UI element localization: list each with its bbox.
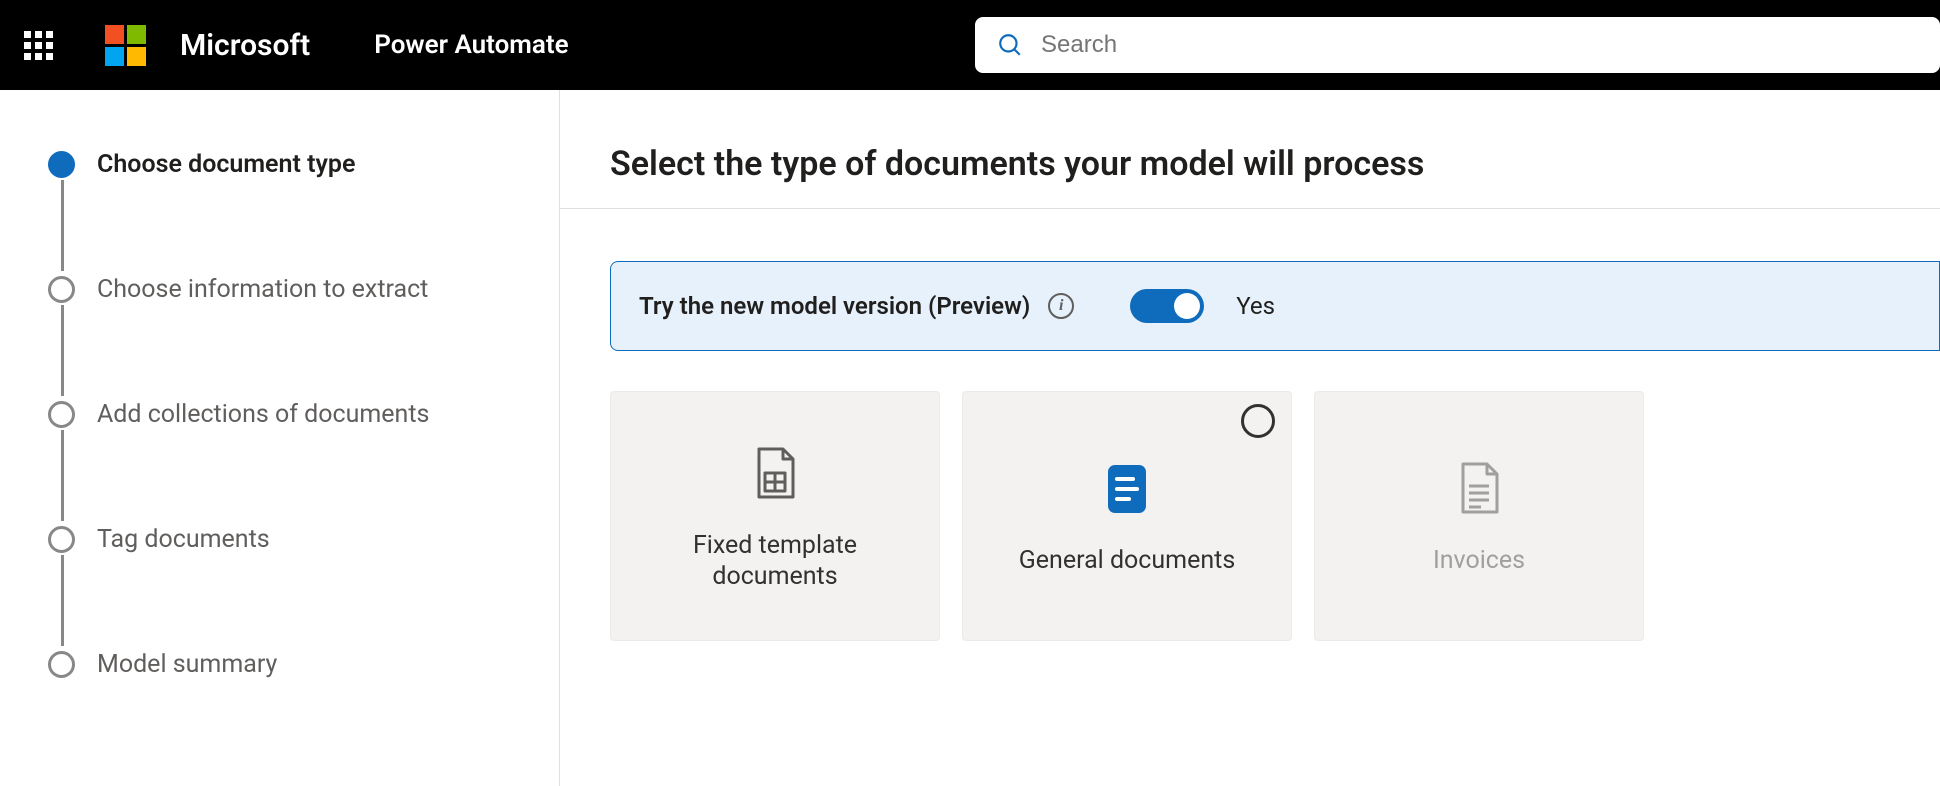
step-add-collections[interactable]: Add collections of documents — [48, 400, 559, 525]
page-title: Select the type of documents your model … — [610, 144, 1940, 184]
step-tag-documents[interactable]: Tag documents — [48, 525, 559, 650]
step-choose-information[interactable]: Choose information to extract — [48, 275, 559, 400]
header-bar: Microsoft Power Automate — [0, 0, 1940, 90]
document-lines-icon — [1106, 463, 1148, 515]
step-choose-document-type[interactable]: Choose document type — [48, 150, 559, 275]
step-marker-icon — [48, 651, 75, 678]
card-fixed-template[interactable]: Fixed template documents — [610, 391, 940, 641]
document-table-icon — [753, 447, 797, 501]
banner-text: Try the new model version (Preview) — [639, 292, 1030, 320]
app-launcher-icon[interactable] — [24, 31, 53, 60]
search-icon — [997, 32, 1023, 58]
app-name: Power Automate — [374, 30, 568, 60]
microsoft-brand-text: Microsoft — [180, 28, 310, 63]
step-marker-icon — [48, 526, 75, 553]
step-marker-icon — [48, 151, 75, 178]
step-marker-icon — [48, 401, 75, 428]
card-label: General documents — [1019, 545, 1236, 576]
card-invoices[interactable]: Invoices — [1314, 391, 1644, 641]
step-model-summary[interactable]: Model summary — [48, 650, 559, 679]
main-content: Select the type of documents your model … — [560, 90, 1940, 786]
microsoft-logo-icon — [105, 25, 146, 66]
step-marker-icon — [48, 276, 75, 303]
preview-toggle[interactable] — [1130, 289, 1204, 323]
wizard-sidebar: Choose document type Choose information … — [0, 90, 560, 786]
info-icon[interactable]: i — [1048, 293, 1074, 319]
document-type-cards: Fixed template documents General documen… — [610, 391, 1940, 641]
search-bar[interactable] — [975, 17, 1940, 73]
search-input[interactable] — [1041, 31, 1918, 59]
preview-banner: Try the new model version (Preview) i Ye… — [610, 261, 1940, 351]
card-label: Invoices — [1433, 545, 1525, 576]
document-text-icon — [1457, 462, 1501, 516]
card-general-documents[interactable]: General documents — [962, 391, 1292, 641]
card-label: Fixed template documents — [641, 530, 909, 593]
radio-unselected-icon[interactable] — [1241, 404, 1275, 438]
toggle-label: Yes — [1236, 292, 1275, 320]
toggle-knob-icon — [1174, 293, 1200, 319]
